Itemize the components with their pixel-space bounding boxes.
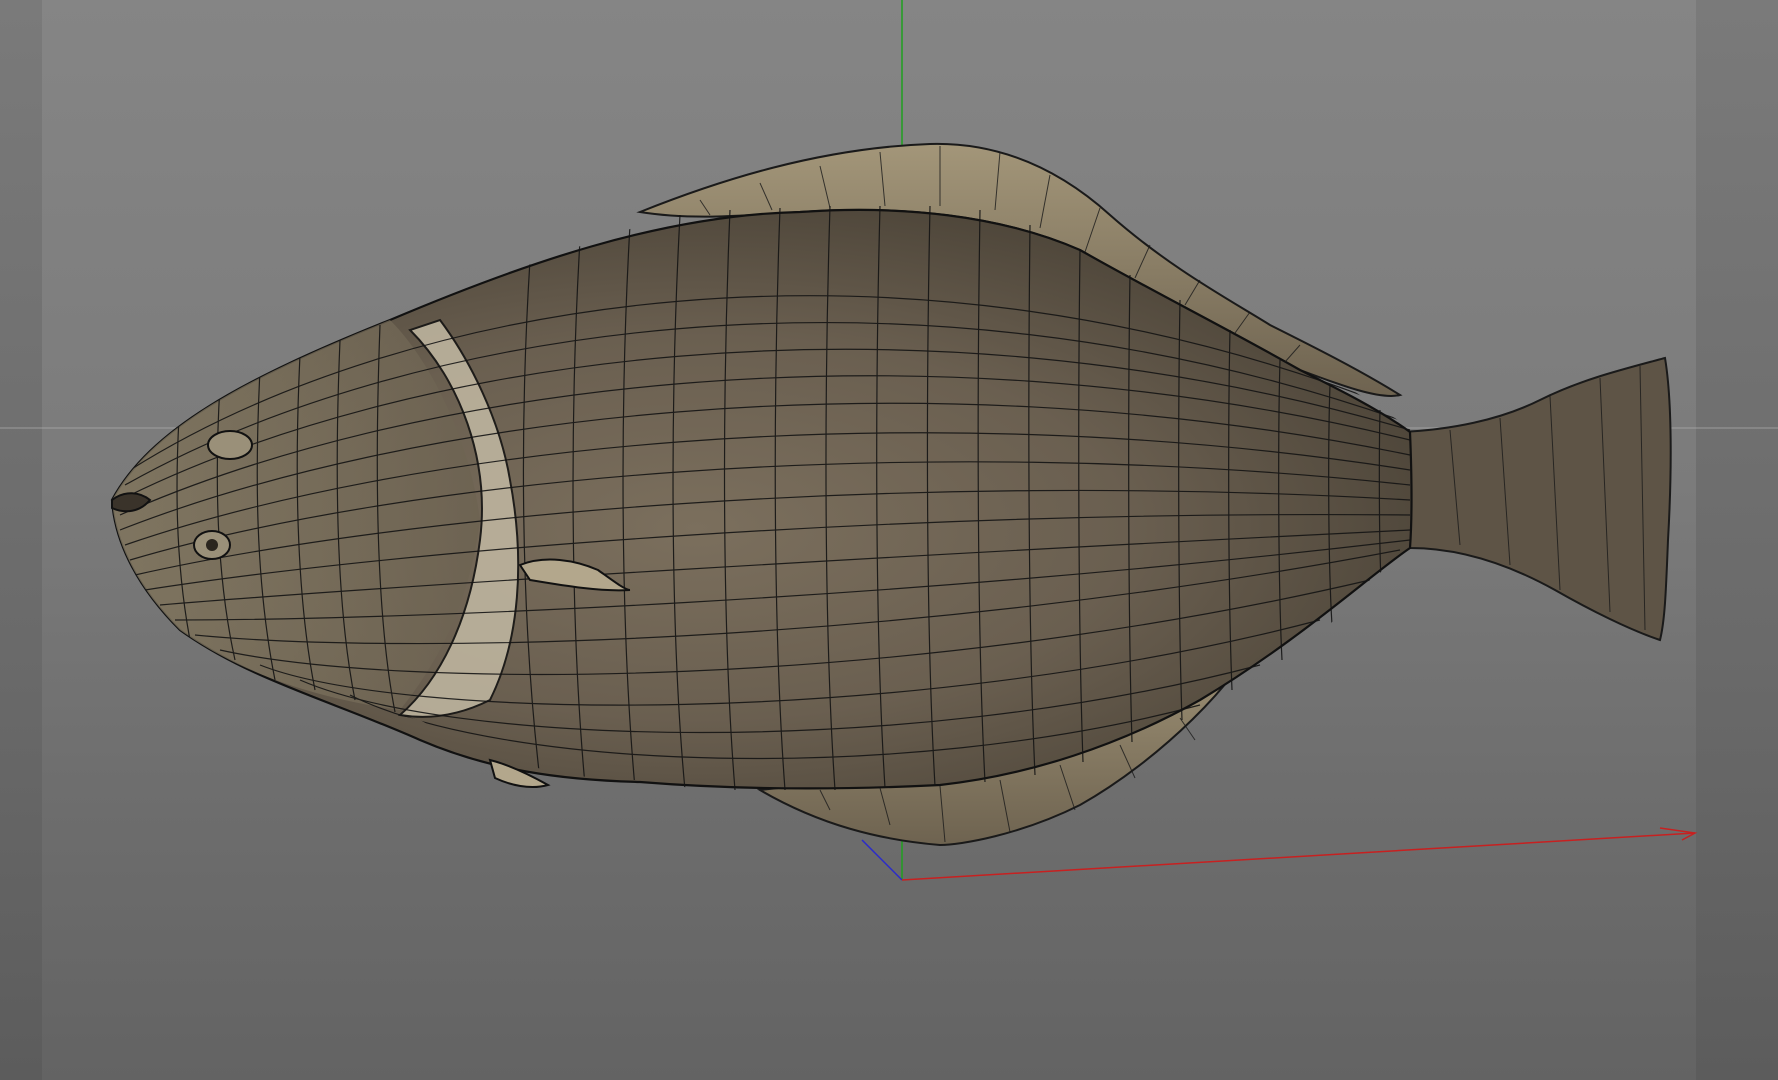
x-axis-line [901, 832, 1696, 881]
tail-fin [1398, 356, 1672, 642]
fish-head [112, 320, 480, 710]
viewport-scene[interactable] [0, 0, 1778, 1080]
viewport-frame [0, 0, 1778, 1080]
z-axis-line [861, 839, 903, 881]
